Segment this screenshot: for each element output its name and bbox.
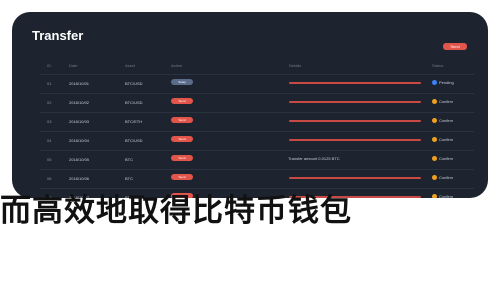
row-status: Confirm (432, 156, 454, 162)
row-action-button[interactable]: Send (171, 174, 193, 180)
column-header-id: ID (47, 63, 51, 68)
column-header-details: Details (289, 63, 302, 68)
column-header-status: Status (432, 63, 444, 68)
row-asset: BTC/USD (125, 100, 143, 105)
row-date: 2018/10/02 (69, 100, 90, 105)
row-id: 03 (47, 119, 52, 124)
row-asset: BTC/USD (125, 81, 143, 86)
table-row[interactable]: 01 2018/10/01 BTC/USD Swap Pending (12, 74, 488, 93)
row-asset: BTC/ETH (125, 119, 143, 124)
row-id: 04 (47, 138, 52, 143)
row-action-button[interactable]: Send (171, 155, 193, 161)
row-id: 01 (47, 81, 52, 86)
send-button[interactable]: Send (443, 43, 467, 50)
overlay-caption: 而高效地取得比特币钱包 (0, 193, 352, 229)
row-status-label: Pending (439, 80, 454, 85)
row-details-bar (289, 82, 421, 84)
row-asset: BTC (125, 157, 133, 162)
status-dot-icon (432, 137, 437, 143)
table-row[interactable]: 03 2018/10/03 BTC/ETH Send Confirm (12, 112, 488, 131)
row-status: Confirm (432, 118, 454, 124)
row-date: 2018/10/01 (69, 81, 90, 86)
column-header-asset: Asset (125, 63, 136, 68)
row-details-bar (289, 139, 421, 141)
row-status-label: Confirm (439, 175, 454, 180)
row-status-label: Confirm (439, 156, 454, 161)
row-status: Confirm (432, 137, 454, 143)
row-date: 2018/10/05 (69, 157, 90, 162)
row-id: 06 (47, 176, 52, 181)
row-asset: BTC/USD (125, 138, 143, 143)
row-status: Pending (432, 80, 454, 86)
table-header: ID Date Asset Action Details Status (12, 62, 488, 72)
status-dot-icon (432, 118, 437, 124)
row-details-bar (289, 101, 421, 103)
status-dot-icon (432, 99, 437, 105)
status-dot-icon (432, 156, 437, 162)
row-id: 05 (47, 157, 52, 162)
row-status: Confirm (432, 99, 454, 105)
row-action-button[interactable]: Send (171, 98, 193, 104)
row-details-bar (289, 120, 421, 122)
row-date: 2018/10/06 (69, 176, 90, 181)
row-status-label: Confirm (439, 118, 454, 123)
table-row[interactable]: 04 2018/10/04 BTC/USD Send Confirm (12, 131, 488, 150)
row-status-label: Confirm (439, 99, 454, 104)
table-row[interactable]: 02 2018/10/02 BTC/USD Send Confirm (12, 93, 488, 112)
column-header-action: Action (171, 63, 183, 68)
row-id: 02 (47, 100, 52, 105)
transfer-panel: Transfer Send ID Date Asset Action Detai… (12, 12, 488, 198)
row-date: 2018/10/04 (69, 138, 90, 143)
row-action-button[interactable]: Send (171, 136, 193, 142)
row-date: 2018/10/03 (69, 119, 90, 124)
table-row[interactable]: 05 2018/10/05 BTC Send Transfer amount 0.012… (12, 150, 488, 169)
row-details-bar (289, 177, 421, 179)
column-header-date: Date (69, 63, 78, 68)
row-action-button[interactable]: Send (171, 117, 193, 123)
row-status-label: Confirm (439, 137, 454, 142)
row-details: Transfer amount 0.0125 BTC (288, 156, 340, 161)
row-asset: BTC (125, 176, 133, 181)
page-title: Transfer (32, 28, 84, 43)
row-action-button[interactable]: Swap (171, 79, 193, 85)
status-dot-icon (432, 175, 437, 181)
status-dot-icon (432, 80, 437, 86)
row-status: Confirm (432, 175, 454, 181)
